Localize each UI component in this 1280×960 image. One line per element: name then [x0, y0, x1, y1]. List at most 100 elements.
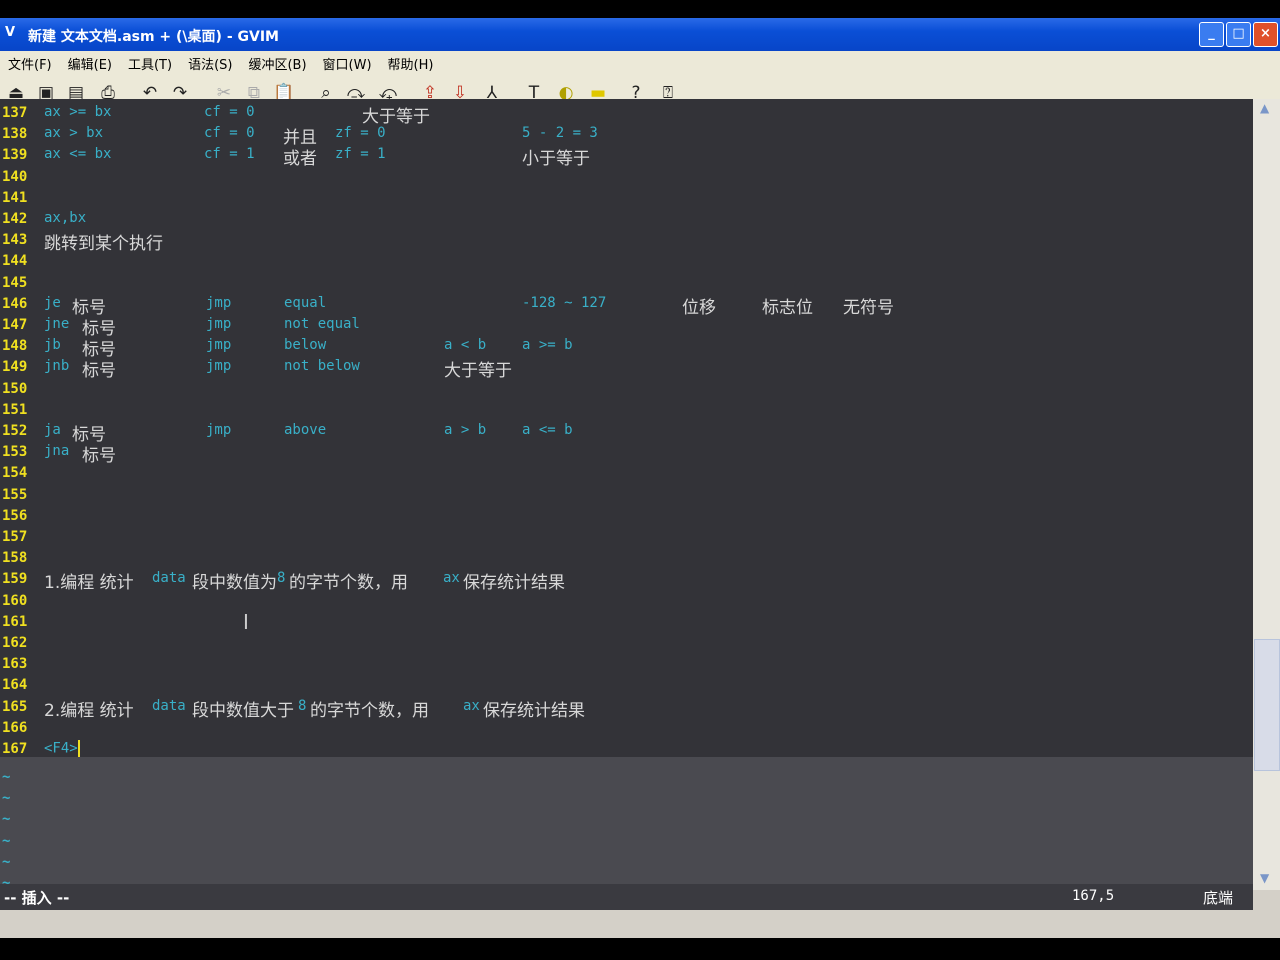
editor-line[interactable]: 160 [0, 591, 1253, 612]
editor-line[interactable]: 165 2.编程 统计 data 段中数值大于 8 的字节个数，用 ax 保存统计结果 [0, 697, 1253, 721]
line-number: 158 [2, 550, 28, 567]
empty-line-tilde: ~ [2, 853, 11, 870]
line-number: 151 [2, 401, 28, 418]
line-number: 147 [2, 317, 28, 333]
code-text: jne [44, 316, 70, 332]
editor-line[interactable]: 157 [0, 527, 1253, 548]
line-number: 159 [2, 571, 28, 588]
mouse-ibeam-icon: I [243, 610, 249, 634]
editor-line[interactable]: 143 跳转到某个执行 [0, 230, 1253, 254]
editor-line[interactable]: 151 [0, 400, 1253, 421]
mode-indicator: -- 插入 -- [4, 889, 70, 907]
menu-file[interactable]: 文件(F) [0, 54, 60, 73]
editor-line[interactable]: 162 [0, 633, 1253, 654]
editor-line[interactable]: 164 [0, 675, 1253, 696]
menu-syntax[interactable]: 语法(S) [180, 54, 240, 73]
text-cursor [77, 740, 80, 757]
code-text: data [152, 697, 186, 714]
code-text: jb [44, 337, 61, 354]
editor-line[interactable]: 138 ax > bx cf = 0 并且 zf = 05 - 2 = 3 [0, 124, 1253, 148]
editor-line[interactable]: 159 1.编程 统计 data 段中数值为 8 的字节个数，用 ax 保存统计结果 [0, 569, 1253, 593]
code-text: equal [284, 294, 327, 311]
scroll-down-icon[interactable]: ▼ [1260, 871, 1269, 885]
editor-line[interactable]: 148 jb 标号 jmp below a < ba >= b [0, 336, 1253, 360]
code-text: above [284, 422, 327, 438]
editor-line[interactable]: 144 [0, 251, 1253, 272]
menu-edit[interactable]: 编辑(E) [60, 54, 120, 73]
code-text: 5 - 2 = 3 [522, 125, 598, 142]
code-text: je [44, 294, 61, 311]
close-button[interactable]: × [1253, 22, 1278, 47]
code-text: ax,bx [44, 210, 87, 226]
editor-line[interactable]: 153 jna 标号 [0, 442, 1253, 466]
code-text: not equal [284, 316, 360, 332]
empty-line-tilde: ~ [2, 790, 11, 807]
code-text: ja [44, 422, 61, 438]
cursor-position: 167,5 [1072, 888, 1115, 904]
line-number: 154 [2, 465, 28, 482]
code-text: a >= b [522, 337, 573, 354]
line-number: 160 [2, 592, 28, 609]
editor-line[interactable]: 149 jnb 标号 jmp not below 大于等于 [0, 357, 1253, 381]
editor-line[interactable]: 140 [0, 167, 1253, 188]
menu-bar: 文件(F) 编辑(E) 工具(T) 语法(S) 缓冲区(B) 窗口(W) 帮助(… [0, 51, 1280, 75]
menu-help[interactable]: 帮助(H) [380, 54, 442, 73]
editor-line[interactable]: 152 ja 标号 jmp above a > ba <= b [0, 421, 1253, 445]
minimize-button[interactable]: _ [1199, 22, 1224, 47]
editor-line[interactable]: 161 [0, 612, 1253, 633]
code-text: cf = 0 [204, 125, 255, 142]
code-text: ax >= bx [44, 104, 112, 120]
bottom-border [0, 938, 1280, 960]
editor-line[interactable]: 156 [0, 506, 1253, 527]
status-line: -- 插入 -- 167,5 底端 [0, 884, 1253, 910]
editor-line[interactable]: 154 [0, 463, 1253, 484]
code-text: ax [443, 570, 460, 587]
line-number: 165 [2, 698, 28, 715]
editor-line[interactable]: 141 [0, 188, 1253, 209]
code-text: a < b [444, 337, 487, 354]
code-text: jmp [206, 316, 232, 332]
line-number: 139 [2, 147, 28, 164]
editor-line[interactable]: 158 [0, 548, 1253, 569]
scroll-up-icon[interactable]: ▲ [1260, 101, 1269, 115]
line-number: 153 [2, 444, 28, 461]
code-text: jmp [206, 294, 232, 311]
line-number: 146 [2, 295, 28, 312]
maximize-button[interactable]: □ [1226, 22, 1251, 47]
editor-line[interactable]: 145 [0, 273, 1253, 294]
code-text: jmp [206, 422, 232, 438]
editor-line[interactable]: 142 ax,bx [0, 209, 1253, 230]
menu-window[interactable]: 窗口(W) [315, 54, 380, 73]
code-text: cf = 0 [204, 104, 255, 120]
menu-buffers[interactable]: 缓冲区(B) [240, 54, 314, 73]
code-text: ax <= bx [44, 146, 112, 163]
scrollbar-thumb[interactable] [1254, 639, 1280, 771]
editor-line[interactable]: 150 [0, 379, 1253, 400]
editor-line[interactable]: 167 <F4> [0, 739, 1253, 760]
editor-line[interactable]: 147 jne 标号 jmp not equal [0, 315, 1253, 339]
editor-line[interactable]: 155 [0, 485, 1253, 506]
editor-line[interactable]: 166 [0, 718, 1253, 739]
code-text: ax [463, 697, 480, 714]
line-number: 164 [2, 677, 28, 694]
line-number: 161 [2, 613, 28, 630]
empty-buffer-area [0, 757, 1253, 890]
line-number: 138 [2, 126, 28, 143]
empty-line-tilde: ~ [2, 769, 11, 785]
editor-line[interactable]: 163 [0, 654, 1253, 675]
code-text: below [284, 337, 327, 354]
editor-line[interactable]: 137 ax >= bx cf = 0 大于等于 [0, 103, 1253, 127]
line-number: 144 [2, 253, 28, 270]
window-title: 新建 文本文档.asm + (\桌面) - GVIM [28, 29, 279, 45]
editor-line[interactable]: 146 je 标号 jmp equal -128 ~ 127 位移 标志位 无符号 [0, 294, 1253, 318]
code-text: cf = 1 [204, 146, 255, 163]
line-number: 156 [2, 507, 28, 524]
code-text: data [152, 570, 186, 587]
line-number: 142 [2, 211, 28, 227]
editor-line[interactable]: 139 ax <= bx cf = 1 或者 zf = 1 小于等于 [0, 145, 1253, 169]
editor-area[interactable]: 137 ax >= bx cf = 0 大于等于 138 ax > bx cf = 0 并且 z… [0, 99, 1253, 890]
menu-tools[interactable]: 工具(T) [120, 54, 180, 73]
line-number: 141 [2, 189, 28, 206]
title-bar[interactable]: V 新建 文本文档.asm + (\桌面) - GVIM _ □ × [0, 18, 1280, 51]
vertical-scrollbar[interactable]: ▲ ▼ [1253, 99, 1280, 890]
